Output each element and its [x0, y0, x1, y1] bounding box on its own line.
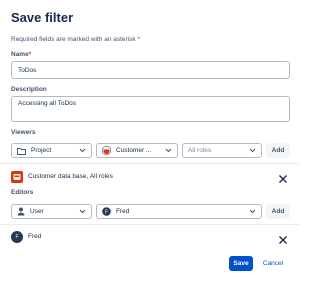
description-value: Accessing all ToDos — [18, 100, 77, 107]
viewer-type-select[interactable]: Project — [11, 143, 92, 158]
name-input[interactable]: ToDos — [11, 61, 290, 79]
name-required-asterisk: * — [28, 51, 32, 58]
required-asterisk: * — [137, 36, 140, 43]
editor-entry-text: Fred — [28, 233, 42, 240]
name-label-text: Name — [11, 51, 29, 58]
editor-type-value: User — [30, 208, 44, 215]
viewer-project-select[interactable]: Customer ... — [96, 143, 178, 158]
folder-icon — [17, 147, 26, 155]
required-fields-note: Required fields are marked with an aster… — [11, 36, 140, 43]
user-avatar-icon: F — [102, 207, 111, 216]
dialog-title: Save filter — [11, 10, 74, 25]
required-note-text: Required fields are marked with an aster… — [11, 36, 136, 43]
remove-editor-close-icon[interactable] — [278, 232, 288, 244]
viewer-entry-text: Customer data base, All roles — [28, 173, 113, 180]
description-label: Description — [11, 86, 47, 93]
chevron-down-icon — [164, 147, 172, 155]
chevron-down-icon — [78, 208, 86, 216]
user-avatar-icon: F — [11, 230, 23, 243]
description-textarea[interactable]: Accessing all ToDos — [11, 96, 290, 122]
chevron-down-icon — [78, 147, 86, 155]
remove-viewer-close-icon[interactable] — [278, 171, 288, 183]
svg-text:F: F — [105, 209, 108, 215]
chevron-down-icon — [248, 147, 256, 155]
viewer-project-value: Customer ... — [116, 147, 152, 154]
viewers-label: Viewers — [11, 129, 36, 136]
editors-label: Editors — [11, 189, 34, 196]
name-label: Name* — [11, 51, 31, 58]
divider — [0, 163, 300, 164]
divider — [0, 224, 300, 225]
viewer-type-value: Project — [31, 147, 52, 154]
avatar-initial: F — [15, 233, 19, 240]
name-input-value: ToDos — [18, 66, 37, 74]
editor-type-select[interactable]: User — [11, 204, 92, 219]
editor-user-select[interactable]: F Fred — [96, 204, 262, 219]
add-viewer-button[interactable]: Add — [266, 143, 290, 158]
project-avatar-icon — [11, 170, 23, 183]
viewer-role-placeholder: All roles — [188, 147, 212, 154]
viewer-role-select[interactable]: All roles — [182, 143, 262, 158]
user-icon — [17, 207, 25, 216]
project-avatar-icon — [102, 146, 111, 155]
editor-entry: F Fred — [11, 230, 290, 243]
chevron-down-icon — [248, 208, 256, 216]
add-editor-button[interactable]: Add — [266, 204, 290, 219]
editor-user-value: Fred — [116, 208, 130, 215]
save-button[interactable]: Save — [229, 256, 253, 271]
viewer-entry: Customer data base, All roles — [11, 170, 290, 183]
cancel-button[interactable]: Cancel — [258, 256, 288, 271]
